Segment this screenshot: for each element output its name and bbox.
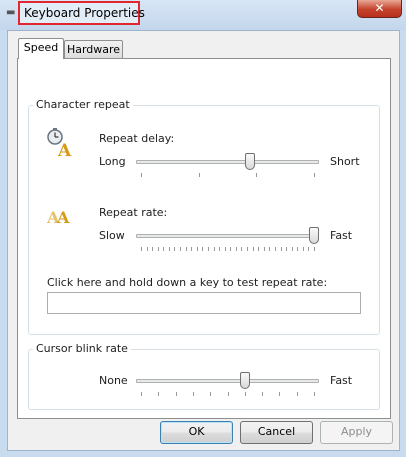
close-icon: ✕ — [374, 1, 385, 15]
apply-button[interactable]: Apply — [320, 421, 393, 444]
slider-tick — [197, 247, 198, 251]
speed-tab-panel: Character repeat A Repeat delay: Long Sh… — [17, 58, 391, 419]
slider-tick — [241, 247, 242, 251]
repeat-rate-label: Repeat rate: — [99, 206, 168, 219]
cursor-blink-thumb[interactable] — [239, 372, 250, 389]
slider-tick — [163, 247, 164, 251]
slider-tick — [225, 247, 226, 251]
double-letter-icon: A A — [46, 208, 70, 226]
cursor-blink-min-label: None — [99, 374, 128, 387]
slider-tick — [308, 247, 309, 251]
slider-tick — [269, 247, 270, 251]
slider-tick — [230, 247, 231, 251]
slider-tick — [141, 173, 142, 177]
slider-tick — [314, 392, 315, 396]
repeat-rate-thumb[interactable] — [309, 227, 319, 244]
slider-tick — [247, 247, 248, 251]
slider-tick — [219, 247, 220, 251]
title-bar: ▬ Keyboard Properties ✕ — [0, 0, 406, 30]
slider-tick — [253, 247, 254, 251]
slider-tick — [199, 173, 200, 177]
slider-tick — [141, 392, 142, 396]
slider-tick — [303, 247, 304, 251]
slider-tick — [297, 392, 298, 396]
svg-text:A: A — [57, 141, 72, 158]
slider-tick — [214, 247, 215, 251]
slider-tick — [297, 247, 298, 251]
tab-hardware[interactable]: Hardware — [64, 40, 123, 59]
cancel-button[interactable]: Cancel — [240, 421, 313, 444]
slider-tick — [245, 392, 246, 396]
slider-tick — [258, 247, 259, 251]
slider-tick — [202, 247, 203, 251]
slider-tick — [256, 173, 257, 177]
slider-tick — [208, 247, 209, 251]
svg-text:A: A — [56, 208, 70, 226]
cursor-blink-label: Cursor blink rate — [33, 342, 131, 355]
repeat-delay-ticks — [141, 173, 315, 177]
slider-tick — [262, 392, 263, 396]
repeat-rate-ticks — [141, 247, 315, 251]
slider-tick — [169, 247, 170, 251]
slider-tick — [286, 247, 287, 251]
repeat-delay-slider[interactable] — [136, 160, 319, 164]
slider-tick — [281, 247, 282, 251]
repeat-delay-min-label: Long — [99, 155, 126, 168]
cursor-blink-group: Cursor blink rate None Fast — [28, 342, 380, 410]
repeat-delay-label: Repeat delay: — [99, 132, 175, 145]
slider-tick — [158, 247, 159, 251]
slider-tick — [210, 392, 211, 396]
character-repeat-label: Character repeat — [33, 98, 133, 111]
tab-speed-label: Speed — [23, 41, 59, 54]
ok-button[interactable]: OK — [160, 421, 233, 444]
slider-tick — [186, 247, 187, 251]
tab-speed[interactable]: Speed — [18, 38, 64, 59]
slider-tick — [174, 247, 175, 251]
slider-tick — [292, 247, 293, 251]
test-repeat-input[interactable] — [47, 292, 361, 314]
slider-tick — [180, 247, 181, 251]
cursor-blink-ticks — [141, 392, 315, 396]
repeat-delay-max-label: Short — [330, 155, 360, 168]
test-repeat-prompt: Click here and hold down a key to test r… — [47, 276, 328, 289]
repeat-rate-max-label: Fast — [330, 229, 353, 242]
slider-tick — [191, 247, 192, 251]
cursor-blink-slider[interactable] — [136, 379, 319, 383]
window-title: Keyboard Properties — [24, 6, 145, 20]
tab-hardware-label: Hardware — [66, 43, 121, 56]
slider-tick — [152, 247, 153, 251]
dialog-client-area: Speed Hardware Character repeat A Repeat… — [7, 30, 400, 451]
slider-tick — [193, 392, 194, 396]
repeat-rate-slider[interactable] — [136, 234, 319, 238]
slider-tick — [275, 247, 276, 251]
character-repeat-group: Character repeat A Repeat delay: Long Sh… — [28, 98, 380, 335]
slider-tick — [279, 392, 280, 396]
slider-tick — [314, 247, 315, 251]
close-button[interactable]: ✕ — [357, 0, 402, 18]
clock-letter-icon: A — [47, 128, 72, 158]
cursor-blink-max-label: Fast — [330, 374, 353, 387]
slider-tick — [141, 247, 142, 251]
slider-tick — [176, 392, 177, 396]
repeat-rate-min-label: Slow — [99, 229, 125, 242]
slider-tick — [314, 173, 315, 177]
slider-tick — [236, 247, 237, 251]
slider-tick — [158, 392, 159, 396]
slider-tick — [228, 392, 229, 396]
slider-tick — [264, 247, 265, 251]
repeat-delay-thumb[interactable] — [244, 153, 255, 170]
slider-tick — [147, 247, 148, 251]
window-menu-icon[interactable]: ▬ — [6, 8, 18, 18]
